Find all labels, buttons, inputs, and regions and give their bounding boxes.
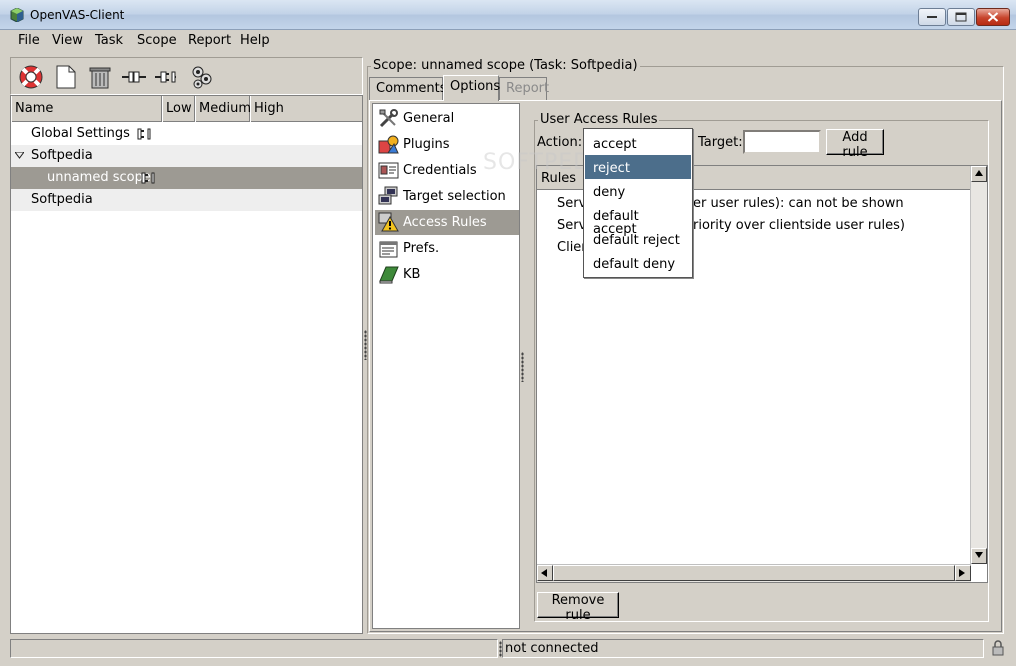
option-prefs[interactable]: Prefs.: [375, 236, 519, 261]
horizontal-scroll-thumb[interactable]: [553, 565, 955, 581]
left-pane: Name Low Medium High Global Settings Sof…: [10, 57, 363, 634]
rule-row[interactable]: Serv: [557, 218, 586, 240]
tree-row-label: Softpedia: [31, 192, 93, 207]
rule-row[interactable]: Serv: [557, 196, 586, 218]
connection-status: not connected: [502, 639, 984, 658]
computers-icon: [378, 186, 398, 205]
menu-scope[interactable]: Scope: [137, 33, 177, 48]
action-option-deny[interactable]: deny: [585, 179, 691, 203]
tree-row-task-softpedia[interactable]: Softpedia: [11, 145, 362, 167]
options-list: General Plugins Credentials Target selec…: [372, 103, 520, 629]
arrow-down-icon: [975, 552, 983, 558]
minimize-button[interactable]: [918, 8, 946, 26]
toolbar: [10, 57, 363, 95]
rule-row-text: riority over clientside user rules): [693, 218, 905, 233]
column-high[interactable]: High: [250, 96, 362, 122]
credentials-icon: [378, 162, 399, 179]
close-button[interactable]: [976, 8, 1010, 26]
action-option-default-accept[interactable]: default accept: [585, 203, 691, 236]
remove-rule-button[interactable]: Remove rule: [537, 592, 619, 623]
arrow-up-icon: [975, 170, 983, 176]
plug-icon: [141, 172, 155, 184]
action-option-accept[interactable]: accept: [585, 131, 691, 155]
status-panel-left: [10, 639, 498, 658]
option-label: Target selection: [403, 189, 506, 204]
scan-icon[interactable]: [189, 64, 215, 90]
column-low[interactable]: Low: [162, 96, 195, 122]
option-label: Prefs.: [403, 241, 440, 256]
tree-header: Name Low Medium High: [11, 96, 362, 122]
lock-icon: [992, 640, 1004, 656]
menu-view[interactable]: View: [52, 33, 83, 48]
scroll-down-button[interactable]: [971, 548, 987, 564]
option-general[interactable]: General: [375, 106, 519, 131]
scroll-up-button[interactable]: [971, 166, 987, 182]
option-access-rules[interactable]: Access Rules: [375, 210, 519, 235]
option-label: Plugins: [403, 137, 450, 152]
menu-file[interactable]: File: [18, 33, 40, 48]
plug-icon: [137, 128, 151, 140]
action-option-default-reject[interactable]: default reject: [585, 227, 691, 251]
warning-icon: [378, 212, 399, 232]
option-label: KB: [403, 267, 421, 282]
rules-vertical-scrollbar[interactable]: [970, 166, 987, 564]
tree-row-label: Softpedia: [31, 148, 93, 163]
user-access-rules-title: User Access Rules: [538, 112, 660, 127]
tree-row-unnamed-scope[interactable]: unnamed scope: [11, 167, 362, 189]
tab-report: Report: [499, 77, 549, 101]
arrow-left-icon: [541, 569, 547, 577]
menu-bar: File View Task Scope Report Help: [8, 30, 1008, 54]
rules-horizontal-scrollbar[interactable]: [537, 564, 971, 582]
scope-title: Scope: unnamed scope (Task: Softpedia): [371, 58, 640, 73]
close-icon: [987, 12, 999, 22]
option-label: Access Rules: [403, 215, 487, 230]
action-dropdown-popup: accept reject deny default accept defaul…: [583, 128, 693, 278]
target-label: Target:: [698, 135, 743, 150]
option-label: General: [403, 111, 455, 126]
expander-icon[interactable]: [15, 152, 24, 159]
app-icon: [10, 8, 24, 22]
menu-help[interactable]: Help: [240, 33, 270, 48]
scroll-left-button[interactable]: [537, 565, 553, 581]
window-title: OpenVAS-Client: [30, 8, 125, 22]
option-target-selection[interactable]: Target selection: [375, 184, 519, 209]
openvas-client-window: OpenVAS-Client File View Task Scope Repo…: [0, 0, 1016, 666]
tree-row-softpedia[interactable]: Softpedia: [11, 189, 362, 211]
tree-row-label: unnamed scope: [47, 170, 151, 185]
option-label: Credentials: [403, 163, 477, 178]
column-name[interactable]: Name: [11, 96, 162, 122]
action-label: Action:: [537, 135, 583, 150]
tools-icon: [379, 109, 398, 128]
scope-tree: Name Low Medium High Global Settings Sof…: [10, 95, 363, 634]
tab-comments[interactable]: Comments: [369, 77, 446, 101]
target-input[interactable]: [743, 130, 821, 154]
lifebuoy-icon[interactable]: [18, 64, 44, 90]
disconnect-icon[interactable]: [154, 64, 180, 90]
tree-row-global-settings[interactable]: Global Settings: [11, 123, 362, 145]
trash-icon[interactable]: [87, 64, 113, 90]
action-option-reject[interactable]: reject: [585, 155, 691, 179]
book-icon: [379, 266, 399, 284]
column-medium[interactable]: Medium: [195, 96, 251, 122]
action-option-default-deny[interactable]: default deny: [585, 251, 691, 275]
plugins-icon: [378, 135, 399, 154]
prefs-icon: [379, 241, 398, 258]
minimize-icon: [927, 16, 937, 18]
tree-row-label: Global Settings: [31, 126, 130, 141]
scroll-right-button[interactable]: [955, 565, 971, 581]
option-kb[interactable]: KB: [375, 262, 519, 287]
rule-row-text: er user rules): can not be shown: [693, 196, 904, 211]
menu-task[interactable]: Task: [95, 33, 123, 48]
connect-icon[interactable]: [121, 64, 147, 90]
maximize-icon: [955, 12, 967, 22]
maximize-button[interactable]: [947, 8, 975, 26]
title-bar: OpenVAS-Client: [0, 0, 1016, 30]
tab-options[interactable]: Options: [443, 75, 500, 101]
add-rule-button[interactable]: Add rule: [826, 129, 884, 160]
menu-report[interactable]: Report: [188, 33, 231, 48]
new-document-icon[interactable]: [53, 64, 79, 90]
arrow-right-icon: [959, 569, 965, 577]
status-bar: not connected: [8, 638, 1008, 660]
